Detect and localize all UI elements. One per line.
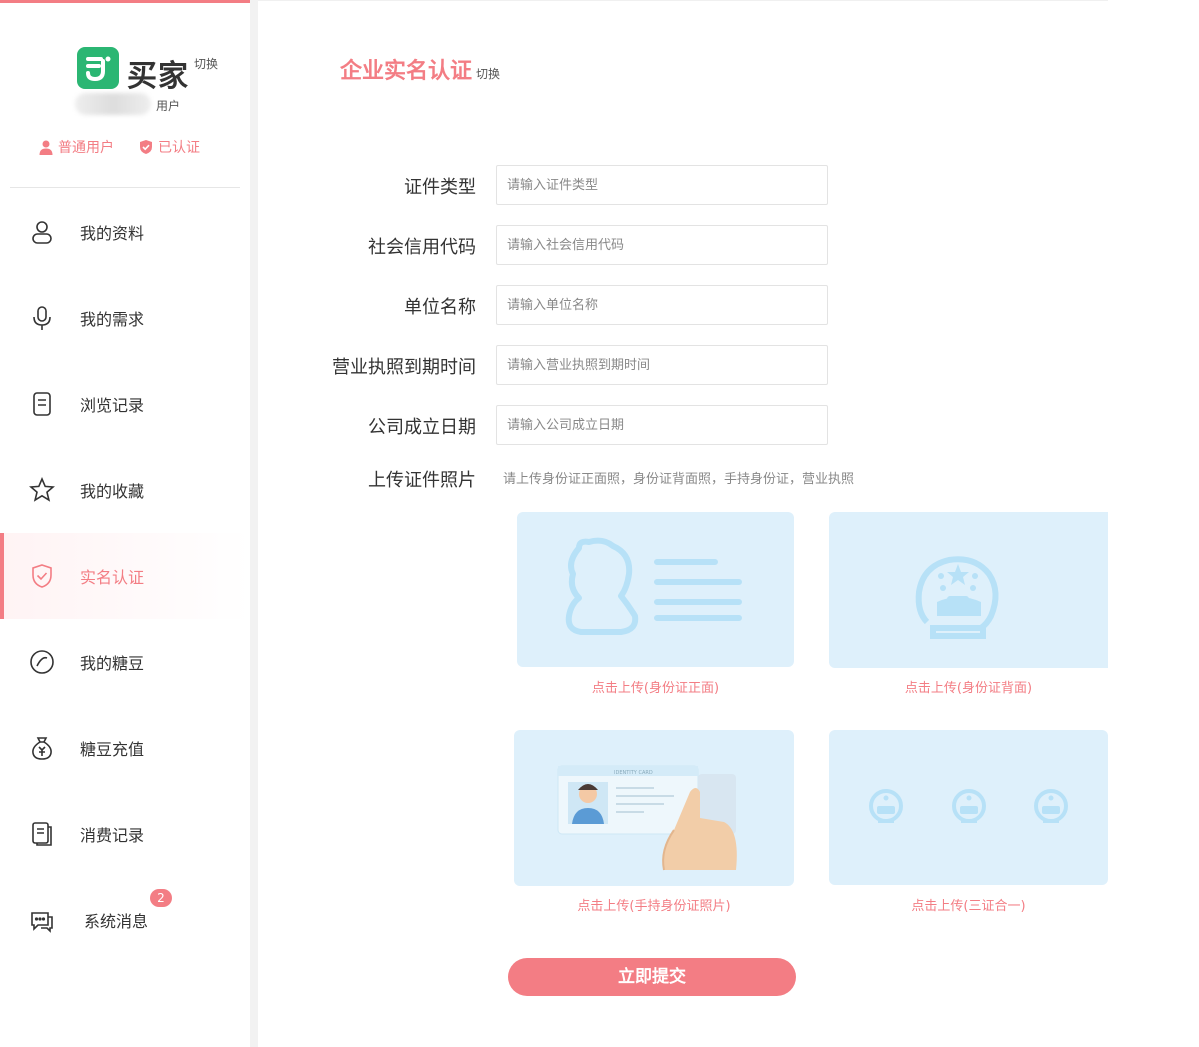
upload-three-in-one-caption[interactable]: 点击上传(三证合一)	[829, 895, 1108, 914]
handheld-id-illustration-icon: IDENTITY CARD	[557, 765, 737, 871]
sidebar-item-favorites[interactable]: 我的收藏	[0, 447, 250, 533]
id-type-label: 证件类型	[404, 177, 476, 198]
status-normal-label: 普通用户	[58, 140, 114, 156]
three-emblems-icon	[869, 789, 1068, 823]
credit-code-input[interactable]	[496, 225, 828, 265]
submit-button[interactable]: 立即提交	[508, 958, 796, 996]
sidebar-item-label: 我的糖豆	[80, 654, 145, 673]
upload-handheld-caption[interactable]: 点击上传(手持身份证照片)	[514, 895, 794, 914]
founding-date-label: 公司成立日期	[368, 417, 476, 438]
form-row-founding-date: 公司成立日期	[258, 405, 1108, 445]
brand-logo	[77, 47, 119, 89]
id-front-illustration-icon	[565, 537, 742, 635]
bean-icon	[28, 648, 56, 676]
microphone-icon	[28, 304, 56, 332]
upload-three-in-one[interactable]	[829, 730, 1108, 885]
user-status-row: 普通用户 已认证	[38, 137, 200, 157]
star-icon	[28, 476, 56, 504]
title-switch-link[interactable]: 切换	[476, 65, 500, 82]
sidebar-item-spending[interactable]: 消费记录	[0, 791, 250, 877]
founding-date-input[interactable]	[496, 405, 828, 445]
credit-code-label: 社会信用代码	[368, 237, 476, 258]
document-icon	[28, 390, 56, 418]
sidebar-item-messages[interactable]: 系统消息 2	[0, 877, 250, 963]
page-title: 企业实名认证	[340, 59, 473, 84]
user-role-label: 用户	[156, 99, 181, 113]
sidebar-item-profile[interactable]: 我的资料	[0, 189, 250, 275]
sidebar-item-label: 浏览记录	[80, 396, 145, 415]
sidebar-item-beans[interactable]: 我的糖豆	[0, 619, 250, 705]
national-emblem-icon	[915, 556, 999, 639]
avatar	[75, 93, 151, 115]
sidebar-item-label: 实名认证	[80, 568, 145, 587]
status-badge-verified: 已认证	[138, 137, 200, 157]
license-expiry-label: 营业执照到期时间	[332, 357, 476, 378]
status-verified-label: 已认证	[158, 140, 200, 156]
upload-id-front-caption[interactable]: 点击上传(身份证正面)	[517, 677, 794, 696]
sidebar-item-requirements[interactable]: 我的需求	[0, 275, 250, 361]
sidebar-item-label: 系统消息	[84, 912, 149, 931]
sidebar-item-history[interactable]: 浏览记录	[0, 361, 250, 447]
sidebar-item-label: 我的资料	[80, 224, 145, 243]
upload-handheld-id[interactable]: IDENTITY CARD	[514, 730, 794, 886]
id-type-input[interactable]	[496, 165, 828, 205]
sidebar-item-recharge[interactable]: 糖豆充值	[0, 705, 250, 791]
sidebar-divider	[10, 187, 240, 188]
upload-photos-label: 上传证件照片	[368, 470, 476, 491]
form-row-credit-code: 社会信用代码	[258, 225, 1108, 265]
svg-text:IDENTITY CARD: IDENTITY CARD	[614, 770, 653, 776]
main-panel: 企业实名认证 切换 证件类型 社会信用代码 单位名称 营业执照到期时间 公司成立…	[258, 0, 1108, 1047]
sidebar-nav: 我的资料 我的需求 浏览记录 我的收藏 实名认证 我的糖豆 糖豆充值 消费记录	[0, 189, 250, 963]
sidebar-item-label: 我的收藏	[80, 482, 145, 501]
sidebar-item-verification[interactable]: 实名认证	[0, 533, 250, 619]
person-icon	[39, 140, 53, 155]
money-bag-icon	[28, 734, 56, 762]
status-badge-normal: 普通用户	[38, 137, 114, 157]
company-name-input[interactable]	[496, 285, 828, 325]
sidebar: 买家 切换 用户 普通用户 已认证 我的资料 我的需求 浏览记录 我的收藏 实名…	[0, 0, 250, 1047]
right-margin	[1108, 0, 1199, 1047]
chat-icon	[28, 906, 56, 934]
layout-divider	[250, 0, 258, 1047]
user-icon	[28, 218, 56, 246]
brand-name: 买家	[127, 59, 189, 94]
license-expiry-input[interactable]	[496, 345, 828, 385]
form-row-id-type: 证件类型	[258, 165, 1108, 205]
sidebar-item-label: 消费记录	[80, 826, 145, 845]
sidebar-item-label: 糖豆充值	[80, 740, 145, 759]
upload-id-back[interactable]	[829, 512, 1108, 668]
upload-hint: 请上传身份证正面照，身份证背面照，手持身份证，营业执照	[503, 472, 855, 487]
upload-id-back-caption[interactable]: 点击上传(身份证背面)	[829, 677, 1108, 696]
message-count-badge: 2	[150, 889, 172, 907]
receipt-icon	[28, 820, 56, 848]
company-name-label: 单位名称	[404, 297, 476, 318]
form-row-license-expiry: 营业执照到期时间	[258, 345, 1108, 385]
shield-check-icon	[140, 140, 152, 154]
sidebar-item-label: 我的需求	[80, 310, 145, 329]
role-switch-link[interactable]: 切换	[194, 55, 218, 72]
upload-id-front[interactable]	[517, 512, 794, 667]
shield-check-icon	[28, 562, 56, 590]
form-row-company-name: 单位名称	[258, 285, 1108, 325]
